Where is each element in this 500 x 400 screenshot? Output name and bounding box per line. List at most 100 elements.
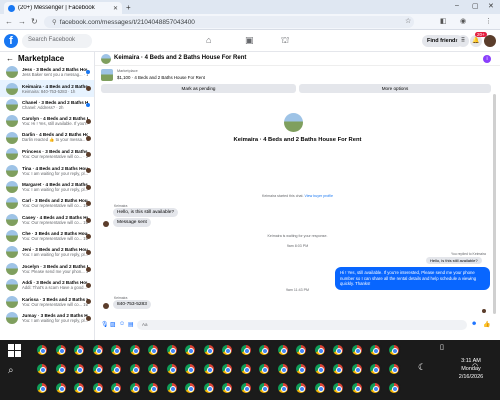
like-thumb-icon[interactable]: 👍: [483, 321, 490, 328]
conversation-item[interactable]: Karissa · 3 Beds and 2 Baths Ho...You: O…: [0, 293, 94, 309]
chrome-window-icon[interactable]: [201, 362, 216, 376]
chrome-window-icon[interactable]: [220, 381, 234, 395]
conversation-item[interactable]: Princess · 3 Beds and 2 Baths H...You: O…: [0, 146, 94, 162]
chrome-window-icon[interactable]: [275, 343, 290, 357]
chrome-window-icon[interactable]: [72, 381, 86, 395]
forward-icon[interactable]: →: [18, 17, 26, 26]
reload-icon[interactable]: ↻: [31, 17, 38, 26]
chrome-window-icon[interactable]: [349, 362, 364, 376]
home-icon[interactable]: ⌂: [206, 35, 211, 45]
chrome-window-icon[interactable]: [109, 381, 123, 395]
maximize-button[interactable]: ▢: [472, 2, 479, 10]
chrome-window-icon[interactable]: [275, 362, 290, 376]
chrome-window-icon[interactable]: [164, 343, 179, 357]
chrome-window-icon[interactable]: [331, 381, 345, 395]
chrome-window-icon[interactable]: [312, 343, 327, 357]
chrome-window-icon[interactable]: [257, 343, 271, 357]
chrome-window-icon[interactable]: [349, 381, 364, 395]
chat-title[interactable]: Keimaira · 4 Beds and 2 Baths House For …: [114, 55, 246, 61]
chrome-window-icon[interactable]: [368, 362, 382, 376]
back-icon[interactable]: ←: [5, 17, 13, 26]
url-field[interactable]: ⚲ facebook.com/messages/t/210404885704340…: [44, 16, 414, 28]
conversation-item[interactable]: Chanel · 3 Beds and 2 Baths Ho... Chanel:…: [0, 97, 94, 113]
message-bubble[interactable]: 840-753-5283: [113, 300, 151, 309]
chrome-window-icon[interactable]: [331, 362, 345, 376]
chrome-window-icon[interactable]: [238, 343, 253, 357]
conversation-item[interactable]: Casey · 4 Beds and 2 Baths Hou...You: Ou…: [0, 212, 94, 228]
chrome-window-icon[interactable]: [127, 381, 142, 395]
chrome-window-icon[interactable]: [164, 381, 179, 395]
conversation-item[interactable]: Carl · 3 Beds and 2 Baths House...You: O…: [0, 195, 94, 211]
info-icon[interactable]: i: [483, 55, 491, 63]
chrome-window-icon[interactable]: [238, 362, 253, 376]
conversation-item[interactable]: Che · 3 Beds and 2 Baths House...You: Ou…: [0, 228, 94, 244]
night-light-icon[interactable]: ☾: [418, 362, 426, 373]
menu-grid-icon[interactable]: ⠿: [457, 35, 469, 47]
message-bubble[interactable]: Message sent: [113, 218, 151, 227]
chat-avatar[interactable]: [101, 54, 111, 64]
new-tab-button[interactable]: +: [126, 3, 131, 12]
chrome-window-icon[interactable]: [127, 343, 142, 357]
chrome-window-icon[interactable]: [35, 381, 49, 395]
close-tab-icon[interactable]: ✕: [113, 5, 118, 12]
chrome-window-icon[interactable]: [53, 343, 68, 357]
minimize-button[interactable]: –: [455, 2, 459, 9]
chrome-window-icon[interactable]: [90, 381, 105, 395]
chrome-window-icon[interactable]: [386, 381, 401, 395]
chrome-window-icon[interactable]: [331, 343, 345, 357]
chrome-window-icon[interactable]: [183, 343, 197, 357]
sticker-icon[interactable]: ☺: [119, 321, 125, 327]
chrome-window-icon[interactable]: [53, 362, 68, 376]
conversation-item[interactable]: Carolyn · 4 Beds and 2 Baths H... You: Hi…: [0, 113, 94, 129]
more-options-button[interactable]: More options: [299, 84, 491, 93]
chrome-window-icon[interactable]: [183, 381, 197, 395]
chrome-window-icon[interactable]: [220, 362, 234, 376]
chrome-window-icon[interactable]: [275, 381, 290, 395]
photo-icon[interactable]: ▨: [110, 321, 116, 328]
chrome-window-icon[interactable]: [201, 343, 216, 357]
back-arrow-icon[interactable]: ←: [6, 54, 14, 63]
bookmark-star-icon[interactable]: ☆: [405, 17, 411, 25]
chrome-window-icon[interactable]: [164, 362, 179, 376]
microphone-icon[interactable]: 🎙: [101, 321, 109, 328]
facebook-search-input[interactable]: Search Facebook: [22, 34, 92, 48]
gif-icon[interactable]: ▤: [128, 321, 134, 328]
sent-message-bubble[interactable]: Hi ! Yes, still available. If you're int…: [335, 267, 490, 290]
chrome-window-icon[interactable]: [201, 381, 216, 395]
conversation-item[interactable]: Jeni · 3 Beds and 2 Baths House...You: I…: [0, 244, 94, 260]
emoji-icon[interactable]: ☻: [471, 321, 477, 327]
chrome-window-icon[interactable]: [146, 381, 160, 395]
conversation-item[interactable]: Jess · 3 Beds and 2 Baths Hous... Jess Ba…: [0, 64, 94, 80]
browser-menu-icon[interactable]: ⋮: [485, 17, 492, 25]
chrome-window-icon[interactable]: [127, 362, 142, 376]
chrome-window-icon[interactable]: [109, 343, 123, 357]
conversation-item[interactable]: Darlin · 4 Beds and 2 Baths Hous...Darli…: [0, 130, 94, 146]
chrome-window-icon[interactable]: [294, 343, 308, 357]
conversation-item[interactable]: Jumay · 3 Beds and 2 Baths Hou...You: I …: [0, 310, 94, 326]
chrome-window-icon[interactable]: [146, 343, 160, 357]
chrome-window-icon[interactable]: [294, 381, 308, 395]
video-icon[interactable]: ▣: [245, 35, 254, 46]
chrome-window-icon[interactable]: [220, 343, 234, 357]
listing-card[interactable]: Marketplace $1,100 · 4 Beds and 2 Baths …: [101, 68, 491, 84]
conversation-item[interactable]: Tina · 4 Beds and 2 Baths House...You: I…: [0, 162, 94, 178]
chrome-window-icon[interactable]: [72, 362, 86, 376]
account-avatar[interactable]: [484, 35, 496, 47]
chrome-window-icon[interactable]: [183, 362, 197, 376]
site-info-icon[interactable]: ⚲: [52, 19, 57, 26]
chrome-window-icon[interactable]: [257, 381, 271, 395]
taskbar-search-icon[interactable]: ⌕: [8, 365, 14, 376]
message-bubble[interactable]: Hello, is this still available?: [113, 208, 179, 217]
chrome-window-icon[interactable]: [238, 381, 253, 395]
chrome-window-icon[interactable]: [386, 343, 401, 357]
battery-icon[interactable]: ▯: [440, 343, 444, 351]
system-clock[interactable]: 3:11 AM Monday 2/16/2026: [446, 357, 496, 381]
chrome-window-icon[interactable]: [90, 362, 105, 376]
conversation-item[interactable]: Margaret · 4 Beds and 2 Baths H...You: I…: [0, 179, 94, 195]
chrome-window-icon[interactable]: [349, 343, 364, 357]
chrome-window-icon[interactable]: [312, 381, 327, 395]
browser-tab[interactable]: (20+) Messenger | Facebook ✕: [4, 2, 122, 14]
chrome-window-icon[interactable]: [109, 362, 123, 376]
chrome-window-icon[interactable]: [72, 343, 86, 357]
chrome-window-icon[interactable]: [90, 343, 105, 357]
